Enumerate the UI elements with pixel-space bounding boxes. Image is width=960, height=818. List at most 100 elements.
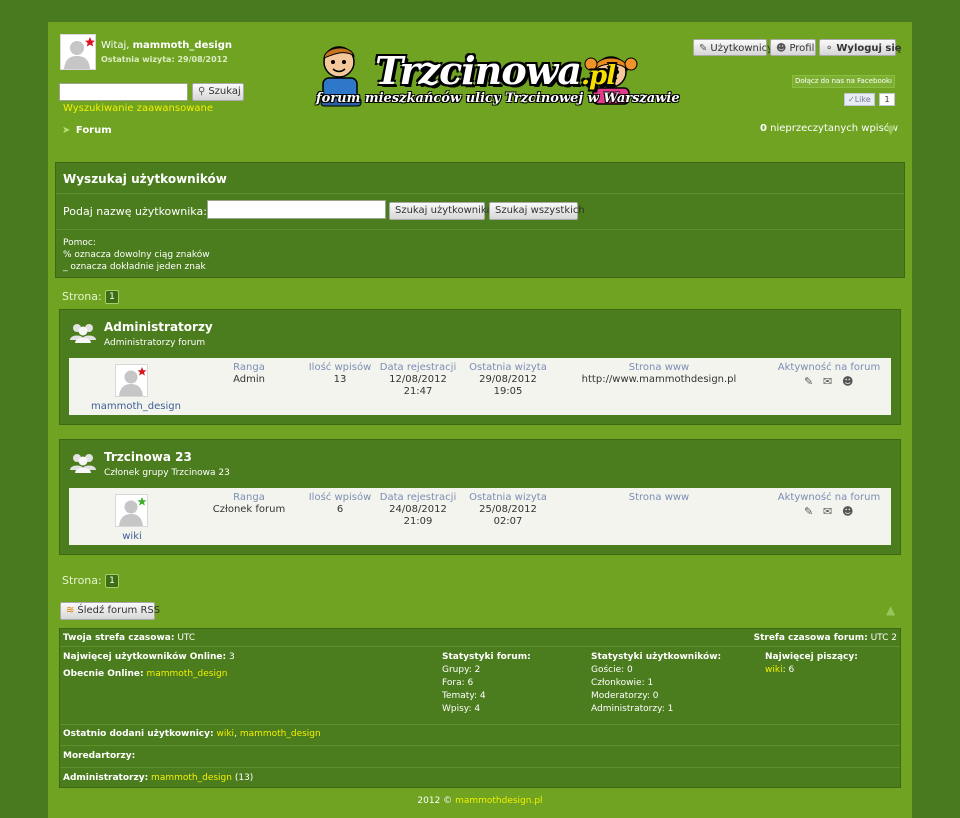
like-icon: ✓ [848, 95, 855, 104]
col-header-registered: Data rejestracji [379, 362, 457, 373]
forum-timezone: Strefa czasowa forum: UTC 2 [754, 632, 897, 645]
profile-button[interactable]: ☻ Profil [770, 39, 816, 56]
search-icon: ⚲ [198, 86, 206, 97]
divider [56, 193, 904, 194]
search-user-button[interactable]: Szukaj użytkownika [389, 202, 493, 220]
online-label: Obecnie Online: [63, 669, 144, 679]
rss-icon: ≋ [66, 605, 75, 616]
facebook-like-button[interactable]: ✓Like [844, 93, 875, 106]
forum-timezone-label: Strefa czasowa forum: [753, 633, 868, 643]
top-poster-item: wiki: 6 [765, 664, 858, 677]
member-last-date: 25/08/2012 [479, 504, 537, 515]
group-description: Administratorzy forum [104, 338, 206, 348]
users-button[interactable]: ✎ Użytkownicy [693, 39, 773, 56]
member-avatar[interactable] [115, 494, 148, 527]
users-icon: ✎ [699, 43, 708, 54]
col-header-website: Strona www [628, 492, 690, 503]
most-online: Najwięcej użytkowników Online: 3 [63, 651, 235, 664]
col-header-posts: Ilość wpisów [308, 492, 372, 503]
search-input[interactable] [59, 83, 188, 101]
search-button[interactable]: ⚲ Szukaj [192, 83, 244, 101]
pagination-label: Strona: [62, 290, 102, 303]
facebook-join-box[interactable]: Dołącz do nas na Facebookı [792, 75, 895, 88]
col-header-registered: Data rejestracji [379, 492, 457, 503]
scroll-down-icon[interactable]: ▼ [886, 123, 895, 137]
group-name[interactable]: Trzcinowa 23 [104, 450, 192, 464]
member-topics-icon[interactable]: ✉ [823, 505, 832, 518]
greeting-username[interactable]: mammoth_design [133, 40, 232, 51]
online-user-link[interactable]: mammoth_design [146, 669, 227, 679]
help-line-percent: % oznacza dowolny ciąg znaków [63, 250, 210, 260]
greeting-prefix: Witaj, [101, 40, 130, 51]
unread-posts[interactable]: 0 nieprzeczytanych wpisów [760, 123, 898, 134]
key-icon: ⚬ [825, 43, 834, 54]
divider [60, 724, 900, 725]
breadcrumb-forum[interactable]: Forum [76, 125, 112, 136]
group-panel-trzcinowa-23: Trzcinowa 23 Członek grupy Trzcinowa 23 … [59, 439, 901, 555]
search-all-button[interactable]: Szukaj wszystkich [489, 202, 585, 220]
rss-button[interactable]: ≋ Śledź forum RSS [60, 602, 160, 620]
member-profile-icon[interactable]: ☻ [842, 505, 853, 518]
member-row: mammoth_design Ranga Admin Ilość wpisów … [69, 358, 891, 415]
member-name[interactable]: wiki [91, 531, 173, 542]
member-last-time: 19:05 [493, 386, 523, 397]
forum-stats-title: Statystyki forum: [442, 652, 531, 662]
member-profile-icon[interactable]: ☻ [842, 375, 853, 388]
group-name[interactable]: Administratorzy [104, 320, 213, 334]
footer-copyright: 2012 © [417, 796, 453, 806]
forum-stat-item: Fora: 6 [442, 678, 474, 688]
search-panel-title: Wyszukaj użytkowników [63, 172, 227, 186]
col-header-last-visit: Ostatnia wizyta [469, 362, 547, 373]
recent-user-link[interactable]: wiki [216, 729, 234, 739]
member-website[interactable]: http://www.mammothdesign.pl [569, 374, 749, 386]
forum-stat-item: Tematy: 4 [442, 691, 486, 701]
user-stat-item: Członkowie: 1 [591, 678, 654, 688]
profile-icon: ☻ [776, 43, 787, 54]
group-users-icon [70, 324, 96, 343]
member-avatar[interactable] [115, 364, 148, 397]
like-count: 1 [879, 93, 895, 106]
col-header-last-visit: Ostatnia wizyta [469, 492, 547, 503]
logout-button[interactable]: ⚬ Wyloguj się [819, 39, 902, 56]
most-online-value: 3 [229, 652, 235, 662]
group-description: Członek grupy Trzcinowa 23 [104, 468, 230, 478]
recent-user-link[interactable]: mammoth_design [240, 729, 321, 739]
member-name[interactable]: mammoth_design [91, 401, 181, 412]
page-number[interactable]: 1 [105, 574, 119, 588]
scroll-up-icon[interactable]: ▲ [886, 603, 895, 617]
username-input[interactable] [207, 200, 386, 219]
member-topics-icon[interactable]: ✉ [823, 375, 832, 388]
col-header-activity: Aktywność na forum [777, 362, 881, 373]
top-poster-link[interactable]: wiki [765, 665, 783, 675]
footer-link[interactable]: mammothdesign.pl [455, 796, 543, 806]
help-text: Pomoc: % oznacza dowolny ciąg znaków _ o… [63, 237, 210, 273]
page-number[interactable]: 1 [105, 290, 119, 304]
recent-users-label: Ostatnio dodani użytkownicy: [63, 729, 214, 739]
member-reg-date: 12/08/2012 [389, 374, 447, 385]
timezone: Twoja strefa czasowa: UTC [63, 632, 195, 645]
recent-separator: , [234, 729, 237, 739]
forum-timezone-value: UTC 2 [870, 633, 897, 643]
username-label: Podaj nazwę użytkownika: [63, 205, 207, 218]
member-posts-icon[interactable]: ✎ [804, 375, 813, 388]
last-visit: Ostatnia wizyta: 29/08/2012 [101, 55, 228, 64]
search-users-panel: Wyszukaj użytkowników Podaj nazwę użytko… [55, 162, 905, 278]
site-logo[interactable]: Trzcinowa.pl forum mieszkańców ulicy Trz… [311, 40, 680, 112]
logo-tld: .pl [581, 61, 616, 91]
user-avatar[interactable] [60, 34, 96, 70]
admin-post-count: (13) [234, 773, 254, 783]
forum-arrow-icon: ➤ [62, 125, 71, 136]
help-title: Pomoc: [63, 238, 96, 248]
col-header-posts: Ilość wpisów [308, 362, 372, 373]
member-rank: Członek forum [212, 504, 286, 515]
logo-subtitle: forum mieszkańców ulicy Trzcinowej w War… [316, 91, 680, 106]
member-reg-time: 21:47 [403, 386, 433, 397]
advanced-search-link[interactable]: Wyszukiwanie zaawansowane [63, 103, 213, 114]
member-reg-time: 21:09 [403, 516, 433, 527]
pagination-label: Strona: [62, 574, 102, 587]
divider [60, 745, 900, 746]
member-posts-icon[interactable]: ✎ [804, 505, 813, 518]
page-container: Witaj, mammoth_design Ostatnia wizyta: 2… [48, 22, 912, 818]
like-label: Like [854, 95, 871, 104]
admin-user-link[interactable]: mammoth_design [151, 773, 232, 783]
